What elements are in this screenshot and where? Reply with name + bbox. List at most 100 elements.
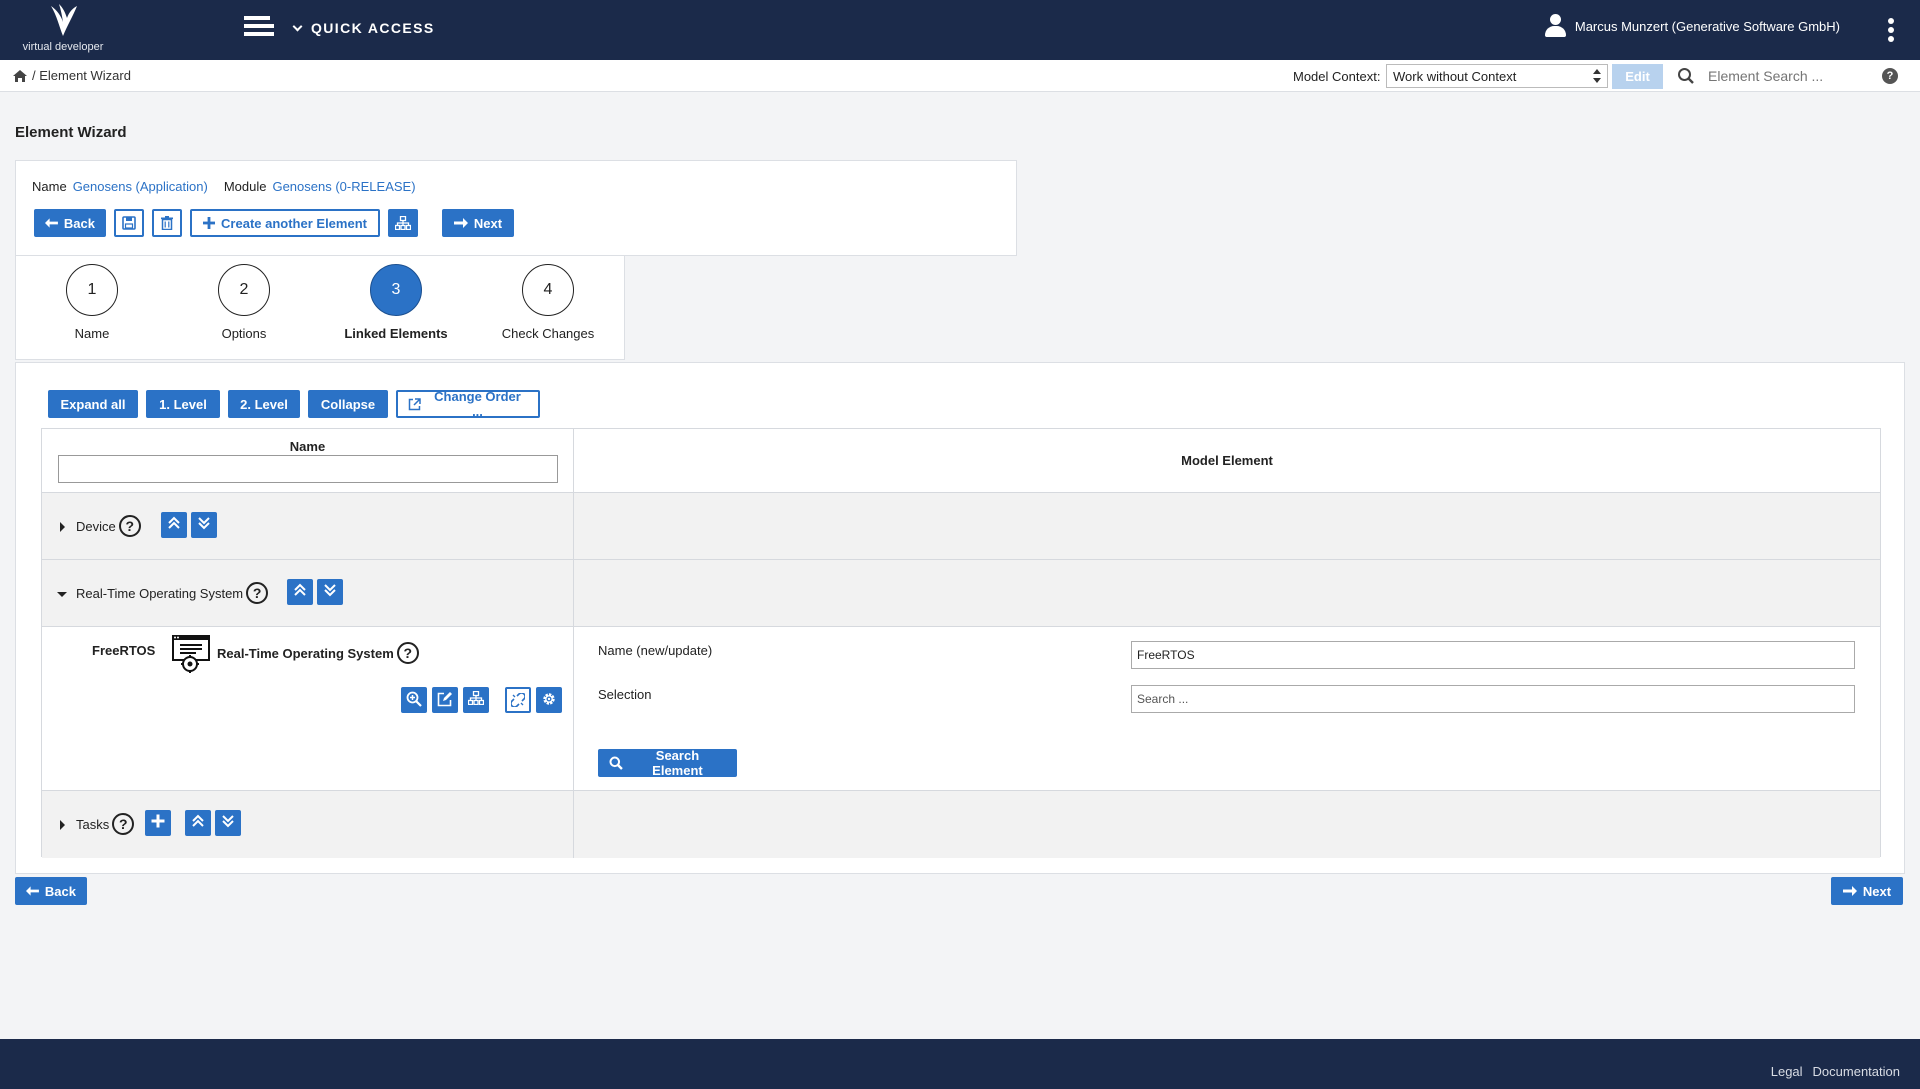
search-icon[interactable] — [1677, 67, 1695, 88]
chevrons-up-icon — [168, 516, 180, 529]
step-circle: 4 — [522, 264, 574, 316]
linked-elements-panel: Expand all 1. Level 2. Level Collapse Ch… — [15, 362, 1905, 874]
delete-button[interactable] — [152, 209, 182, 237]
logo-text: virtual developer — [22, 41, 104, 53]
settings-button[interactable] — [536, 687, 562, 713]
expand-all-button[interactable]: Expand all — [48, 390, 138, 418]
name-new-update-input[interactable] — [1131, 641, 1855, 669]
page-title: Element Wizard — [15, 124, 127, 141]
step-linked-elements[interactable]: 3 Linked Elements — [336, 264, 456, 341]
sitemap-icon — [395, 216, 411, 230]
collapse-icon[interactable] — [57, 592, 67, 597]
sub-navigation-bar: / Element Wizard Model Context: Work wit… — [0, 60, 1920, 92]
arrow-right-icon — [453, 218, 468, 228]
edit-button[interactable] — [432, 687, 458, 713]
help-icon[interactable]: ? — [1882, 68, 1898, 84]
name-value-link[interactable]: Genosens (Application) — [73, 179, 208, 194]
next-button[interactable]: Next — [442, 209, 514, 237]
hierarchy-button[interactable] — [463, 687, 489, 713]
level-2-button[interactable]: 2. Level — [228, 390, 300, 418]
step-options[interactable]: 2 Options — [184, 264, 304, 341]
help-icon[interactable]: ? — [112, 813, 135, 835]
item-type: Real-Time Operating System ? — [217, 642, 419, 664]
add-button[interactable] — [145, 810, 171, 836]
module-value-link[interactable]: Genosens (0-RELEASE) — [272, 179, 415, 194]
name-filter-input[interactable] — [58, 455, 558, 483]
top-navigation-bar: virtual developer QUICK ACCESS Marcus Mu… — [0, 0, 1920, 60]
gear-icon — [543, 693, 555, 705]
step-name[interactable]: 1 Name — [32, 264, 152, 341]
name-column-header: Name — [42, 429, 574, 493]
change-order-button[interactable]: Change Order ... — [396, 389, 540, 419]
chevrons-up-icon — [294, 583, 306, 596]
move-down-button[interactable] — [191, 512, 217, 538]
model-context-value: Work without Context — [1393, 69, 1517, 84]
unlink-icon — [511, 693, 525, 707]
user-name: Marcus Munzert (Generative Software GmbH… — [1574, 18, 1840, 34]
module-label: Module — [223, 179, 267, 194]
group-rtos: Real-Time Operating System ? — [76, 582, 269, 604]
model-context-label: Model Context: — [1293, 69, 1381, 84]
linked-elements-table: Name Model Element Device ? Real-Time Op… — [41, 428, 1881, 858]
zoom-in-button[interactable] — [401, 687, 427, 713]
breadcrumb-current: / Element Wizard — [32, 68, 131, 83]
tree-toolbar: Expand all 1. Level 2. Level Collapse Ch… — [48, 389, 540, 419]
move-down-button[interactable] — [317, 579, 343, 605]
wizard-stepper: 1 Name 2 Options 3 Linked Elements 4 Che… — [15, 256, 625, 360]
footer-links: Legal Documentation — [1771, 1064, 1900, 1079]
app-logo[interactable]: virtual developer — [18, 0, 108, 58]
group-label: Tasks — [76, 816, 110, 832]
sitemap-icon — [468, 691, 484, 705]
home-icon[interactable] — [12, 69, 28, 83]
page-footer: Legal Documentation — [0, 1039, 1920, 1089]
save-button[interactable] — [114, 209, 144, 237]
edit-context-button[interactable]: Edit — [1612, 64, 1663, 89]
hierarchy-button[interactable] — [388, 209, 418, 237]
model-context-select[interactable]: Work without Context — [1386, 64, 1608, 88]
unlink-button[interactable] — [505, 687, 531, 713]
collapse-button[interactable]: Collapse — [308, 390, 388, 418]
help-icon[interactable]: ? — [396, 642, 419, 664]
model-element-column-header: Model Element — [574, 429, 1880, 493]
help-icon[interactable]: ? — [118, 515, 141, 537]
arrow-right-icon — [1842, 886, 1857, 896]
selection-search-input[interactable] — [1131, 685, 1855, 713]
table-row: Device ? — [42, 493, 1880, 560]
trash-icon — [161, 216, 173, 230]
create-another-element-button[interactable]: Create another Element — [190, 209, 380, 237]
search-element-button[interactable]: Search Element — [598, 748, 737, 778]
chevron-down-icon — [292, 21, 303, 31]
move-up-button[interactable] — [287, 579, 313, 605]
step-circle: 2 — [218, 264, 270, 316]
help-icon[interactable]: ? — [246, 582, 269, 604]
bottom-back-button[interactable]: Back — [15, 877, 87, 905]
level-1-button[interactable]: 1. Level — [146, 390, 220, 418]
legal-link[interactable]: Legal — [1771, 1064, 1803, 1079]
quick-access-label: QUICK ACCESS — [311, 20, 435, 36]
more-options-icon[interactable] — [1888, 18, 1894, 42]
table-row: Tasks ? — [42, 791, 1880, 858]
documentation-link[interactable]: Documentation — [1813, 1064, 1900, 1079]
zoom-in-icon — [406, 691, 422, 707]
move-down-button[interactable] — [215, 810, 241, 836]
step-label: Name — [74, 326, 110, 341]
chevrons-down-icon — [198, 517, 210, 530]
rtos-icon — [170, 633, 212, 676]
expand-icon[interactable] — [60, 522, 65, 532]
chevrons-down-icon — [324, 584, 336, 597]
user-menu[interactable]: Marcus Munzert (Generative Software GmbH… — [1544, 14, 1840, 38]
back-button[interactable]: Back — [34, 209, 106, 237]
move-up-button[interactable] — [185, 810, 211, 836]
chevrons-down-icon — [222, 815, 234, 828]
external-link-icon — [408, 397, 421, 410]
element-search-input[interactable] — [1700, 64, 1870, 88]
move-up-button[interactable] — [161, 512, 187, 538]
step-check-changes[interactable]: 4 Check Changes — [488, 264, 608, 341]
selection-label: Selection — [598, 687, 652, 702]
expand-icon[interactable] — [60, 820, 65, 830]
quick-access-menu[interactable]: QUICK ACCESS — [292, 20, 435, 36]
bottom-next-button[interactable]: Next — [1831, 877, 1903, 905]
menu-icon[interactable] — [244, 16, 274, 42]
name-field-label: Name (new/update) — [598, 643, 713, 658]
logo-icon — [51, 4, 77, 36]
